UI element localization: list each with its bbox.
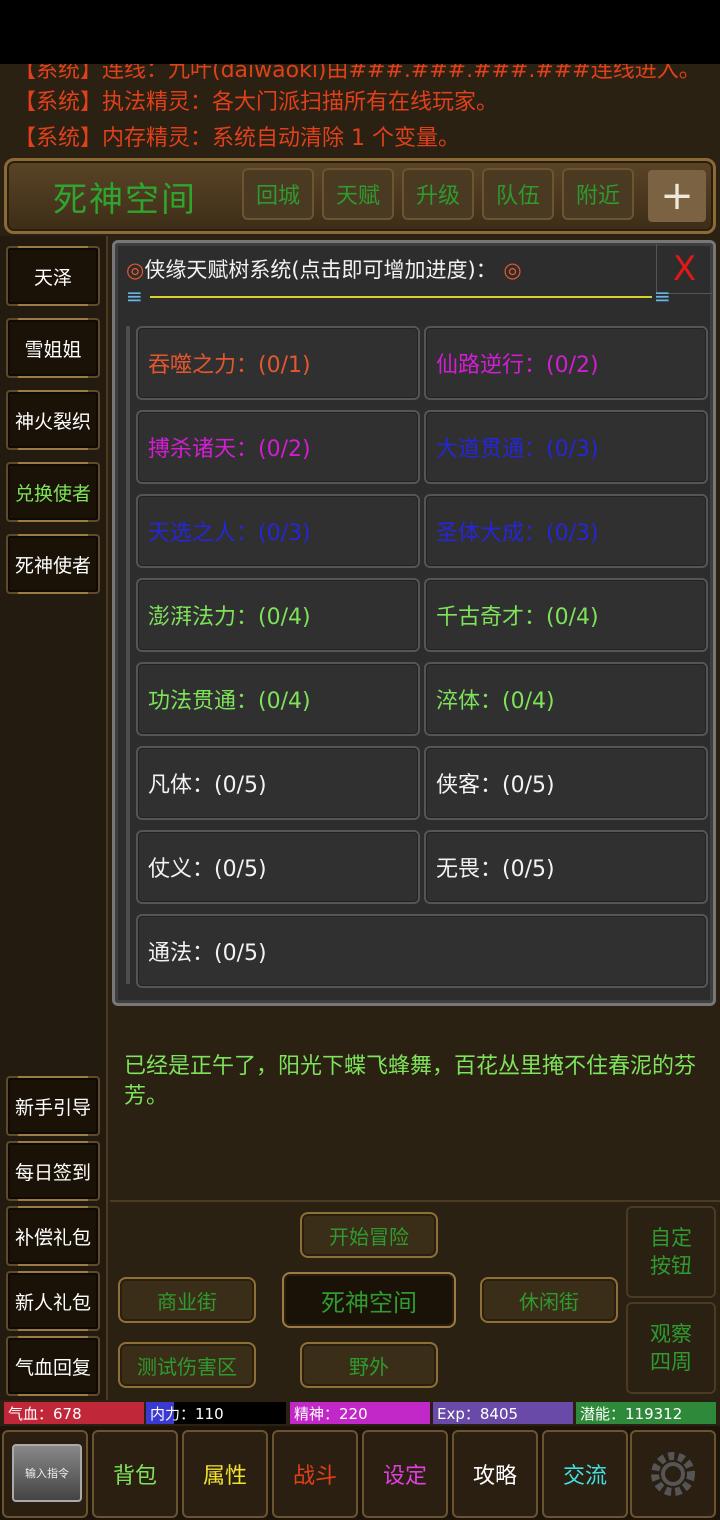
location-title: 死神空间 [53, 179, 197, 220]
bullseye-icon: ◎ [126, 258, 145, 282]
menu-lines-icon: ≡ [126, 284, 143, 308]
talent-node[interactable]: 圣体大成：(0/3) [424, 494, 708, 568]
tab-0[interactable]: 背包 [92, 1430, 178, 1518]
bullseye-icon: ◎ [503, 258, 522, 282]
current-location-button[interactable]: 死神空间 [282, 1272, 456, 1328]
talent-node[interactable]: 大道贯通：(0/3) [424, 410, 708, 484]
talent-node[interactable]: 吞噬之力：(0/1) [136, 326, 420, 400]
upgrade-button[interactable]: 升级 [402, 168, 474, 220]
mp-bar-label: 内力：110 [150, 1404, 224, 1423]
talent-node[interactable]: 天选之人：(0/3) [136, 494, 420, 568]
npc-tianze-button[interactable]: 天泽 [6, 246, 100, 306]
input-command-tab[interactable]: 输入指令 [2, 1430, 88, 1518]
compensation-pack-button[interactable]: 补偿礼包 [6, 1206, 100, 1266]
talent-node[interactable]: 通法：(0/5) [136, 914, 708, 988]
mp-bar: 内力：110 [146, 1402, 286, 1424]
team-button[interactable]: 队伍 [482, 168, 554, 220]
system-message-log: 【系统】连线：九叶(daiwaoki)由###.###.###.###连线进入。… [0, 64, 720, 156]
gear-tab[interactable] [630, 1430, 716, 1518]
plus-button[interactable]: + [648, 170, 706, 222]
test-damage-zone-button[interactable]: 测试伤害区 [118, 1342, 256, 1388]
talent-node[interactable]: 搏杀诸天：(0/2) [136, 410, 420, 484]
hp-restore-button[interactable]: 气血回复 [6, 1336, 100, 1396]
talent-node[interactable]: 无畏：(0/5) [424, 830, 708, 904]
commerce-street-button[interactable]: 商业街 [118, 1277, 256, 1323]
talent-node[interactable]: 凡体：(0/5) [136, 746, 420, 820]
npc-exchange-envoy-button[interactable]: 兑换使者 [6, 462, 100, 522]
spirit-bar: 精神：220 [290, 1402, 430, 1424]
talent-node[interactable]: 澎湃法力：(0/4) [136, 578, 420, 652]
tab-4[interactable]: 攻略 [452, 1430, 538, 1518]
talent-node[interactable]: 功法贯通：(0/4) [136, 662, 420, 736]
talent-node[interactable]: 千古奇才：(0/4) [424, 578, 708, 652]
keyboard-icon: 输入指令 [12, 1444, 82, 1502]
system-message: 【系统】执法精灵：各大门派扫描所有在线玩家。 [14, 90, 499, 115]
menu-lines-icon: ≡ [654, 284, 671, 308]
npc-xuejiejie-button[interactable]: 雪姐姐 [6, 318, 100, 378]
dialog-scroll-track [126, 326, 130, 984]
dialog-title-text: 侠缘天赋树系统(点击即可增加进度)： [144, 258, 497, 282]
tab-5[interactable]: 交流 [542, 1430, 628, 1518]
newbie-guide-button[interactable]: 新手引导 [6, 1076, 100, 1136]
scene-description: 已经是正午了，阳光下蝶飞蜂舞，百花丛里掩不住春泥的芬芳。 [124, 1054, 697, 1109]
talent-node[interactable]: 仗义：(0/5) [136, 830, 420, 904]
custom-button[interactable]: 自定 按钮 [626, 1206, 716, 1298]
return-city-button[interactable]: 回城 [242, 168, 314, 220]
tab-2[interactable]: 战斗 [272, 1430, 358, 1518]
talent-node[interactable]: 淬体：(0/4) [424, 662, 708, 736]
title-divider [150, 296, 652, 298]
talent-node[interactable]: 仙路逆行：(0/2) [424, 326, 708, 400]
talent-button[interactable]: 天赋 [322, 168, 394, 220]
gear-icon [651, 1452, 695, 1496]
observe-surroundings-button[interactable]: 观察 四周 [626, 1302, 716, 1394]
dialog-title: ◎侠缘天赋树系统(点击即可增加进度)： ◎ [126, 254, 522, 284]
exp-bar: Exp：8405 [433, 1402, 573, 1424]
newcomer-pack-button[interactable]: 新人礼包 [6, 1271, 100, 1331]
npc-shenhuo-button[interactable]: 神火裂织 [6, 390, 100, 450]
npc-death-envoy-button[interactable]: 死神使者 [6, 534, 100, 594]
leisure-street-button[interactable]: 休闲街 [480, 1277, 618, 1323]
daily-checkin-button[interactable]: 每日签到 [6, 1141, 100, 1201]
start-adventure-button[interactable]: 开始冒险 [300, 1212, 438, 1258]
potential-bar: 潜能：119312 [576, 1402, 716, 1424]
nearby-button[interactable]: 附近 [562, 168, 634, 220]
hp-bar: 气血：678 [4, 1402, 144, 1424]
status-bar [0, 0, 720, 64]
system-message: 【系统】内存精灵：系统自动清除 1 个变量。 [14, 126, 460, 151]
wilderness-button[interactable]: 野外 [300, 1342, 438, 1388]
talent-node[interactable]: 侠客：(0/5) [424, 746, 708, 820]
tab-3[interactable]: 设定 [362, 1430, 448, 1518]
tab-1[interactable]: 属性 [182, 1430, 268, 1518]
system-message: 【系统】连线：九叶(daiwaoki)由###.###.###.###连线进入。 [14, 64, 701, 83]
